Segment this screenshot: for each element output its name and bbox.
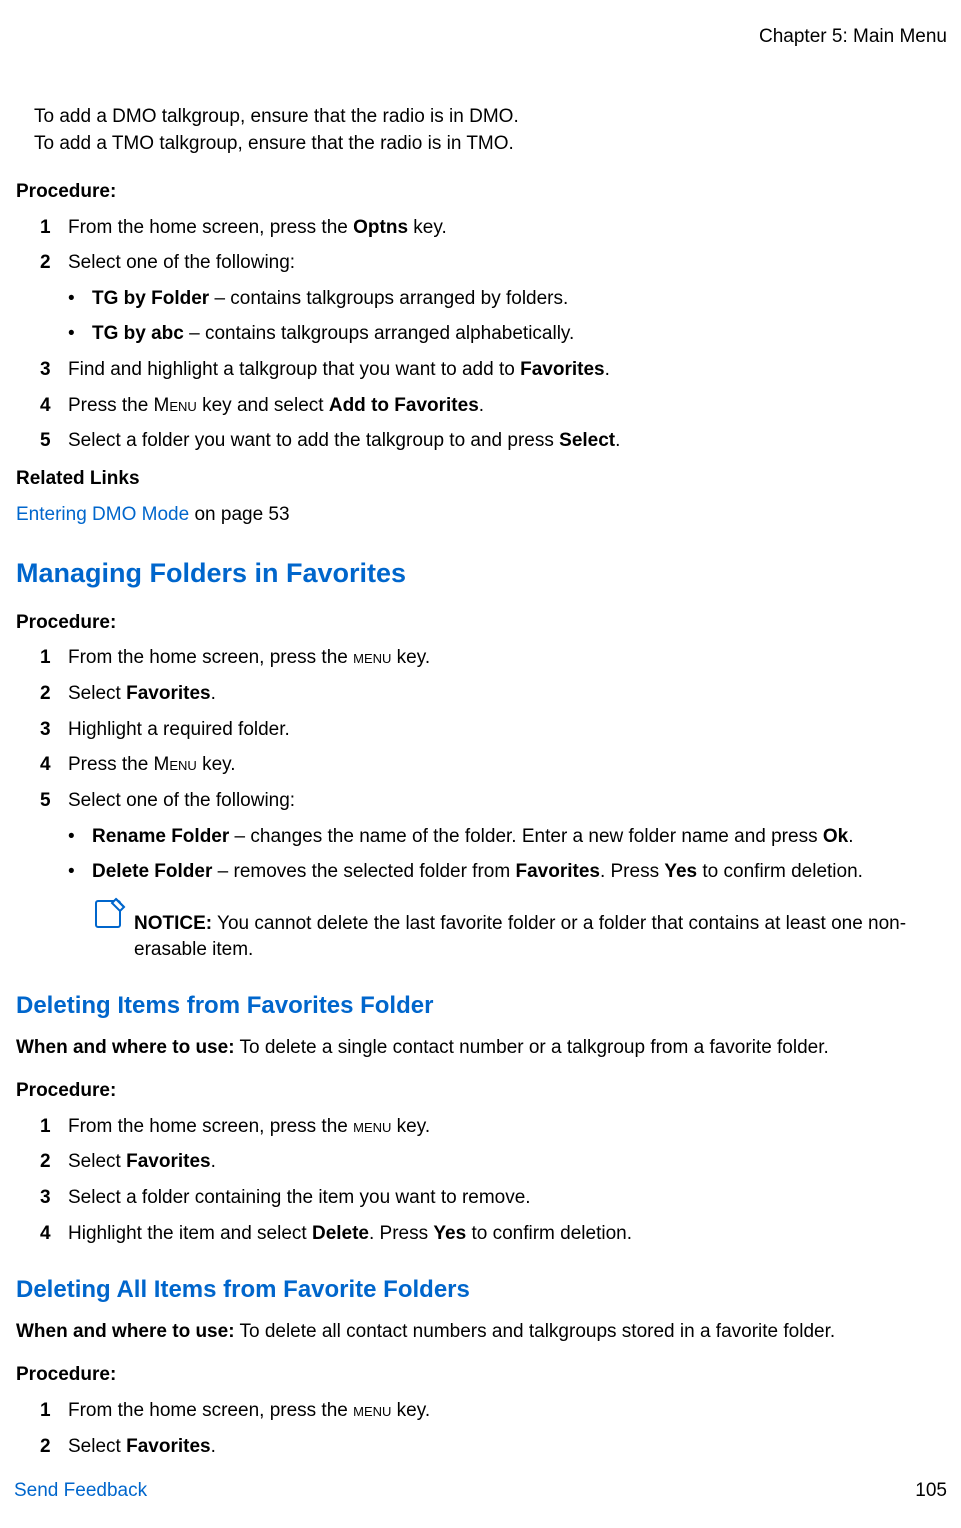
related-link-row: Entering DMO Mode on page 53 <box>16 502 949 528</box>
step-text: Press the Menu key and select Add to Fav… <box>68 393 949 419</box>
procedure-label: Procedure: <box>16 1078 949 1104</box>
step-number: 5 <box>40 428 68 454</box>
step-text: From the home screen, press the menu key… <box>68 645 949 671</box>
bullet-dot: • <box>68 321 92 347</box>
step: 5Select one of the following: <box>40 788 949 814</box>
step-number: 2 <box>40 1434 68 1460</box>
step: 4Highlight the item and select Delete. P… <box>40 1221 949 1247</box>
step-number: 1 <box>40 215 68 241</box>
step-number: 2 <box>40 681 68 707</box>
page-footer: Send Feedback 105 <box>0 1478 961 1504</box>
step: 3Highlight a required folder. <box>40 717 949 743</box>
step-number: 5 <box>40 788 68 814</box>
related-links-label: Related Links <box>16 466 949 492</box>
step-text: Highlight the item and select Delete. Pr… <box>68 1221 949 1247</box>
when-text: To delete all contact numbers and talkgr… <box>235 1321 836 1342</box>
intro-block: To add a DMO talkgroup, ensure that the … <box>34 104 949 157</box>
heading-deleting-all-items: Deleting All Items from Favorite Folders <box>16 1274 949 1306</box>
bullet-item: •Delete Folder – removes the selected fo… <box>68 859 949 885</box>
procedure-steps-1: 1From the home screen, press the menu ke… <box>40 645 949 813</box>
step: 2Select Favorites. <box>40 681 949 707</box>
step-number: 3 <box>40 357 68 383</box>
step: 2Select one of the following: <box>40 250 949 276</box>
step-number: 3 <box>40 717 68 743</box>
step: 3Select a folder containing the item you… <box>40 1185 949 1211</box>
step: 4Press the Menu key and select Add to Fa… <box>40 393 949 419</box>
step-number: 1 <box>40 1114 68 1140</box>
step-number: 1 <box>40 645 68 671</box>
step-text: Select Favorites. <box>68 681 949 707</box>
step-text: Select Favorites. <box>68 1434 949 1460</box>
page-number: 105 <box>915 1478 947 1504</box>
procedure-steps-3: 1From the home screen, press the menu ke… <box>40 1398 949 1459</box>
when-label: When and where to use: <box>16 1037 235 1058</box>
step-text: Find and highlight a talkgroup that you … <box>68 357 949 383</box>
step: 1From the home screen, press the Optns k… <box>40 215 949 241</box>
notice-box: NOTICE: You cannot delete the last favor… <box>92 895 949 962</box>
bullet-text: TG by abc – contains talkgroups arranged… <box>92 321 949 347</box>
step: 4Press the Menu key. <box>40 752 949 778</box>
when-row: When and where to use: To delete a singl… <box>16 1035 949 1061</box>
when-label: When and where to use: <box>16 1321 235 1342</box>
link-entering-dmo[interactable]: Entering DMO Mode <box>16 504 189 525</box>
step: 1From the home screen, press the menu ke… <box>40 1398 949 1424</box>
bullet-text: Rename Folder – changes the name of the … <box>92 824 949 850</box>
step-text: Press the Menu key. <box>68 752 949 778</box>
step: 5Select a folder you want to add the tal… <box>40 428 949 454</box>
link-page-ref: on page 53 <box>189 504 289 525</box>
step-text: Highlight a required folder. <box>68 717 949 743</box>
intro-line-2: To add a TMO talkgroup, ensure that the … <box>34 131 949 157</box>
step-text: Select one of the following: <box>68 250 949 276</box>
step-text: Select a folder you want to add the talk… <box>68 428 949 454</box>
step-text: Select Favorites. <box>68 1149 949 1175</box>
bullet-dot: • <box>68 859 92 885</box>
step-text: Select a folder containing the item you … <box>68 1185 949 1211</box>
send-feedback-link[interactable]: Send Feedback <box>14 1478 147 1504</box>
bullet-list: •Rename Folder – changes the name of the… <box>68 824 949 885</box>
intro-line-1: To add a DMO talkgroup, ensure that the … <box>34 104 949 130</box>
step-number: 3 <box>40 1185 68 1211</box>
step-text: From the home screen, press the menu key… <box>68 1114 949 1140</box>
step-text: From the home screen, press the Optns ke… <box>68 215 949 241</box>
bullet-dot: • <box>68 824 92 850</box>
step: 1From the home screen, press the menu ke… <box>40 645 949 671</box>
heading-managing-folders: Managing Folders in Favorites <box>16 555 949 591</box>
procedure-steps-0: 1From the home screen, press the Optns k… <box>40 215 949 276</box>
step-number: 4 <box>40 393 68 419</box>
bullet-text: Delete Folder – removes the selected fol… <box>92 859 949 885</box>
procedure-steps-0b: 3Find and highlight a talkgroup that you… <box>40 357 949 454</box>
step: 2Select Favorites. <box>40 1149 949 1175</box>
bullet-text: TG by Folder – contains talkgroups arran… <box>92 286 949 312</box>
step-number: 4 <box>40 752 68 778</box>
step-text: Select one of the following: <box>68 788 949 814</box>
when-text: To delete a single contact number or a t… <box>235 1037 829 1058</box>
procedure-label: Procedure: <box>16 1362 949 1388</box>
bullet-dot: • <box>68 286 92 312</box>
step-number: 2 <box>40 250 68 276</box>
bullet-item: •TG by Folder – contains talkgroups arra… <box>68 286 949 312</box>
procedure-label: Procedure: <box>16 610 949 636</box>
chapter-header: Chapter 5: Main Menu <box>16 24 949 50</box>
step-text: From the home screen, press the menu key… <box>68 1398 949 1424</box>
bullet-item: •Rename Folder – changes the name of the… <box>68 824 949 850</box>
notice-text: NOTICE: You cannot delete the last favor… <box>134 895 949 962</box>
step-number: 4 <box>40 1221 68 1247</box>
notice-icon <box>92 895 134 962</box>
step: 3Find and highlight a talkgroup that you… <box>40 357 949 383</box>
procedure-label: Procedure: <box>16 179 949 205</box>
step: 1From the home screen, press the menu ke… <box>40 1114 949 1140</box>
step-number: 1 <box>40 1398 68 1424</box>
bullet-list: •TG by Folder – contains talkgroups arra… <box>68 286 949 347</box>
when-row: When and where to use: To delete all con… <box>16 1319 949 1345</box>
bullet-item: •TG by abc – contains talkgroups arrange… <box>68 321 949 347</box>
step-number: 2 <box>40 1149 68 1175</box>
procedure-steps-2: 1From the home screen, press the menu ke… <box>40 1114 949 1247</box>
step: 2Select Favorites. <box>40 1434 949 1460</box>
heading-deleting-items: Deleting Items from Favorites Folder <box>16 990 949 1022</box>
